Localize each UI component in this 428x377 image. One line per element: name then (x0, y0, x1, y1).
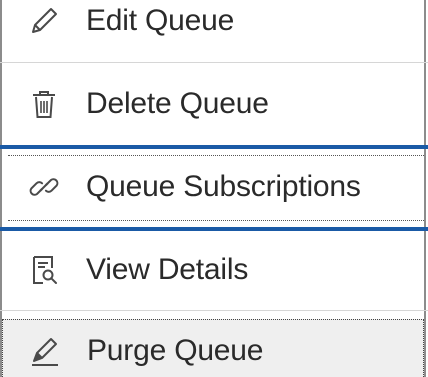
menu-item-label: Edit Queue (86, 4, 235, 37)
menu-item-label: Queue Subscriptions (86, 170, 361, 203)
focus-outline-bottom (8, 220, 424, 221)
trash-icon (24, 84, 64, 124)
menu-item-queue-subscriptions[interactable]: Queue Subscriptions (2, 157, 424, 217)
menu-separator (0, 62, 428, 63)
menu-item-label: Purge Queue (87, 334, 264, 367)
menu-item-edit-queue[interactable]: Edit Queue (2, 0, 424, 51)
eraser-icon (25, 331, 65, 371)
selection-highlight-top (0, 145, 428, 149)
link-icon (24, 167, 64, 207)
document-search-icon (24, 250, 64, 290)
menu-item-label: Delete Queue (86, 87, 269, 120)
menu-item-delete-queue[interactable]: Delete Queue (2, 74, 424, 134)
focus-outline-top (8, 155, 424, 156)
menu-border-right (424, 0, 426, 377)
pencil-icon (24, 1, 64, 41)
context-menu: Edit Queue Delete Queue Queue Subscripti… (0, 0, 428, 377)
menu-separator (0, 310, 428, 311)
menu-item-purge-queue[interactable]: Purge Queue (2, 319, 424, 377)
menu-item-label: View Details (86, 253, 249, 286)
menu-item-view-details[interactable]: View Details (2, 240, 424, 300)
selection-highlight-bottom (0, 227, 428, 231)
